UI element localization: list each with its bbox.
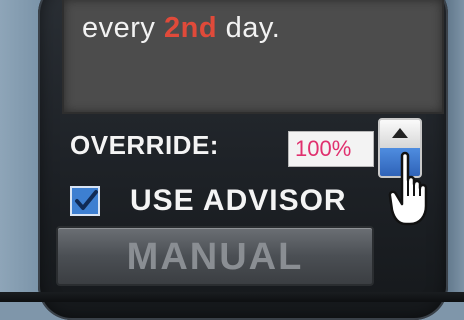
device-bottom-edge bbox=[0, 292, 464, 302]
message-prefix: every bbox=[82, 12, 164, 44]
checkmark-icon bbox=[75, 190, 98, 210]
manual-button[interactable]: MANUAL bbox=[56, 226, 374, 286]
use-advisor-label: USE ADVISOR bbox=[130, 184, 347, 217]
override-label: OVERRIDE: bbox=[70, 130, 219, 160]
spinner-up-button[interactable] bbox=[380, 120, 420, 148]
override-value: 100% bbox=[295, 136, 352, 161]
hand-pointer-icon bbox=[388, 151, 428, 226]
message-highlight: 2nd bbox=[163, 12, 218, 44]
manual-button-label: MANUAL bbox=[126, 236, 304, 278]
use-advisor-checkbox[interactable] bbox=[70, 186, 100, 216]
override-input[interactable]: 100% bbox=[288, 131, 374, 167]
message-screen: every 2nd day. bbox=[62, 0, 444, 114]
message-text: every 2nd day. bbox=[82, 12, 280, 45]
message-suffix: day. bbox=[217, 12, 281, 44]
